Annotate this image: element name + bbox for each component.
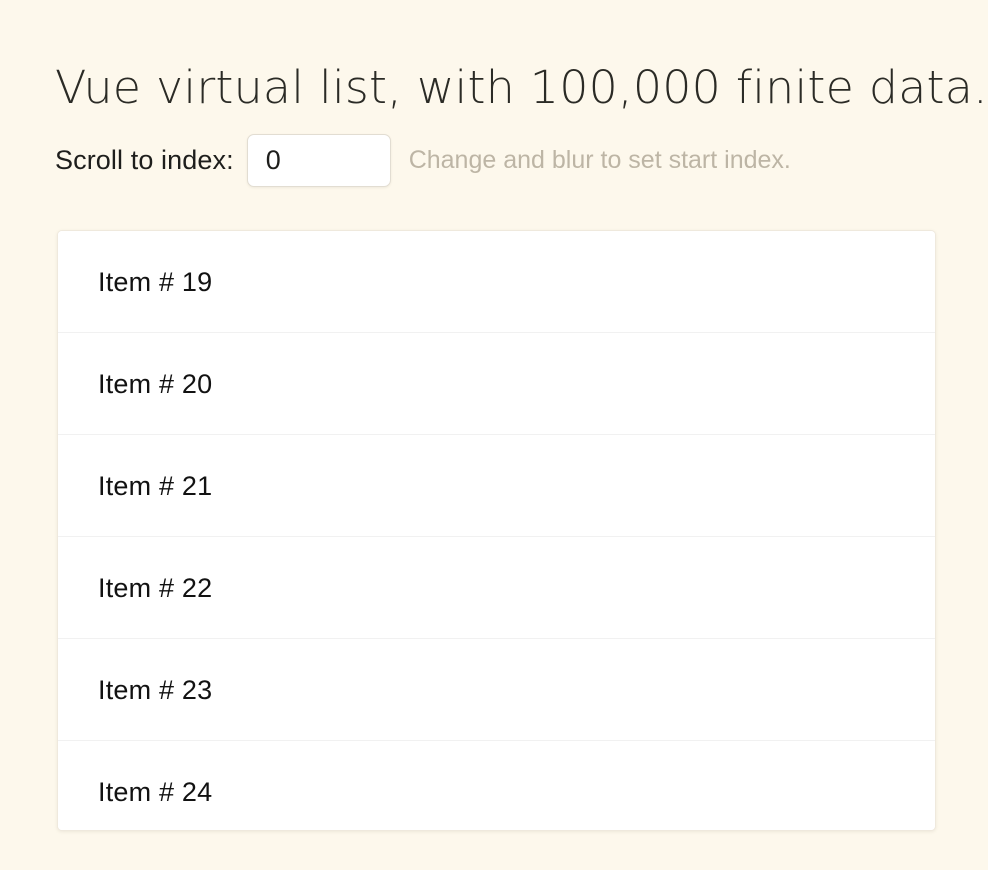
- list-item-label: Item # 20: [98, 368, 212, 400]
- scroll-to-index-control: Scroll to index: Change and blur to set …: [55, 133, 791, 187]
- list-item-label: Item # 19: [98, 266, 212, 298]
- virtual-list-container[interactable]: Item # 19 Item # 20 Item # 21 Item # 22 …: [57, 230, 936, 831]
- list-item-label: Item # 24: [98, 776, 212, 808]
- list-item-label: Item # 21: [98, 470, 212, 502]
- virtual-list-viewport: Item # 19 Item # 20 Item # 21 Item # 22 …: [58, 231, 935, 831]
- scroll-to-index-hint: Change and blur to set start index.: [409, 145, 791, 175]
- app-root: Vue virtual list, with 100,000 finite da…: [0, 0, 988, 870]
- scroll-to-index-input[interactable]: [247, 134, 391, 187]
- list-item[interactable]: Item # 24: [58, 741, 935, 831]
- list-item[interactable]: Item # 23: [58, 639, 935, 741]
- list-item-label: Item # 22: [98, 572, 212, 604]
- scroll-to-index-label: Scroll to index:: [55, 144, 234, 176]
- list-item[interactable]: Item # 20: [58, 333, 935, 435]
- list-item[interactable]: Item # 22: [58, 537, 935, 639]
- list-item[interactable]: Item # 21: [58, 435, 935, 537]
- list-item[interactable]: Item # 19: [58, 231, 935, 333]
- list-item-label: Item # 23: [98, 674, 212, 706]
- page-title: Vue virtual list, with 100,000 finite da…: [55, 58, 973, 118]
